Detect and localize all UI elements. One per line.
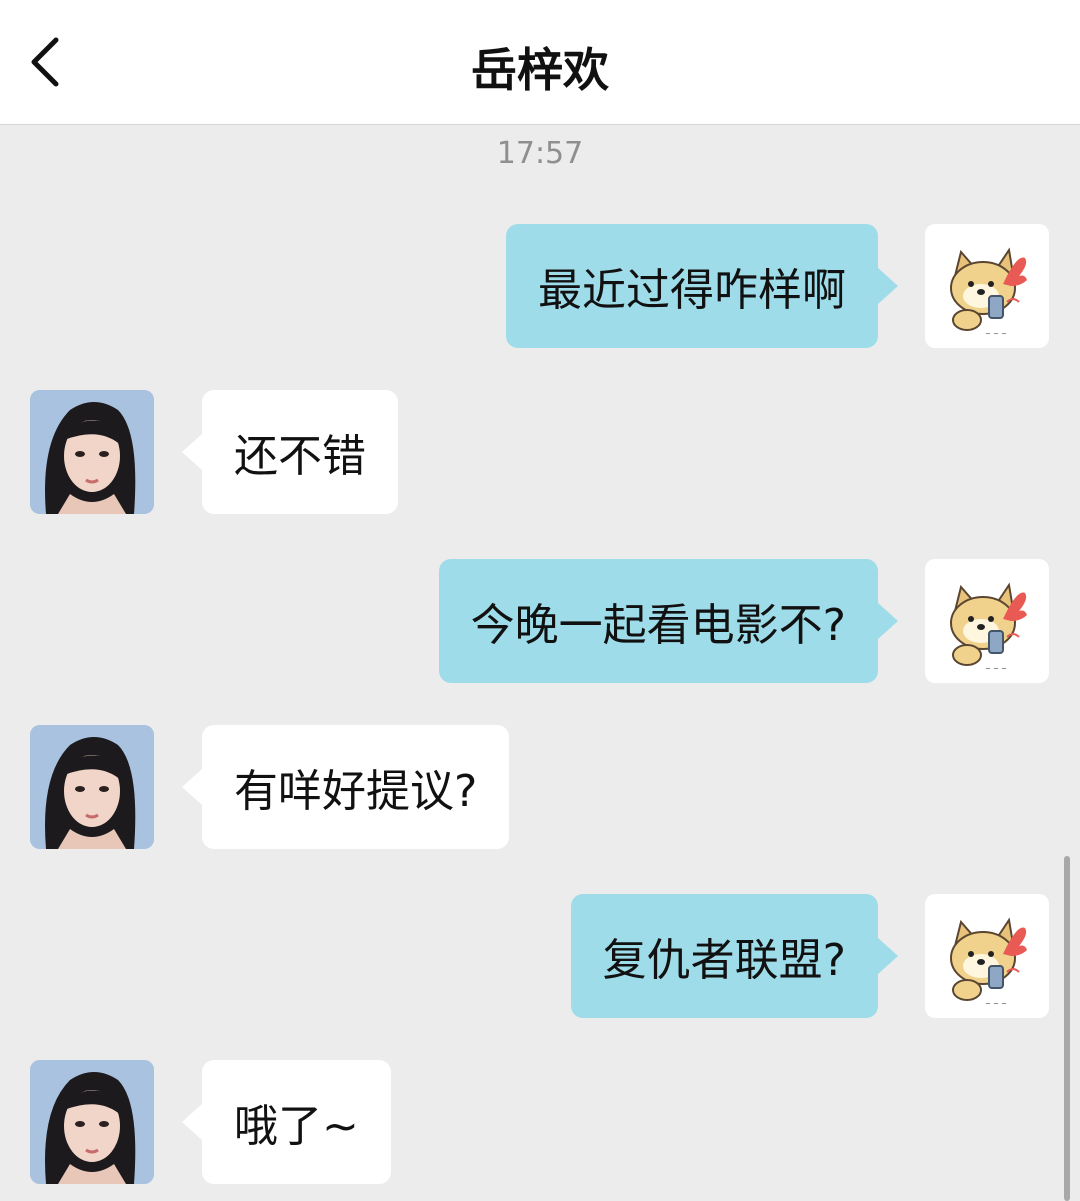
message-row-outgoing: 今晚一起看电影不? ~ ~ ~ bbox=[0, 559, 1080, 683]
woman-portrait bbox=[30, 1060, 154, 1184]
shiba-dog-sticker-icon: ~ ~ ~ bbox=[950, 247, 1027, 338]
my-avatar[interactable]: ~ ~ ~ bbox=[925, 894, 1049, 1018]
my-avatar[interactable]: ~ ~ ~ bbox=[925, 224, 1049, 348]
message-bubble-outgoing[interactable]: 复仇者联盟? bbox=[570, 894, 899, 1018]
woman-portrait bbox=[30, 390, 154, 514]
message-row-outgoing: 最近过得咋样啊 ~ ~ ~ bbox=[0, 224, 1080, 348]
svg-text:~ ~ ~: ~ ~ ~ bbox=[985, 1000, 1007, 1008]
chat-title: 岳梓欢 bbox=[471, 43, 609, 97]
chat-header: 岳梓欢 bbox=[0, 0, 1080, 125]
message-row-incoming: 哦了~ bbox=[0, 1060, 1080, 1184]
scrollbar[interactable] bbox=[1064, 856, 1070, 1201]
my-avatar[interactable]: ~ ~ ~ bbox=[925, 559, 1049, 683]
contact-avatar[interactable] bbox=[30, 1060, 154, 1184]
contact-avatar[interactable] bbox=[30, 725, 154, 849]
message-timestamp: 17:57 bbox=[496, 136, 584, 171]
message-bubble-outgoing[interactable]: 今晚一起看电影不? bbox=[438, 559, 899, 683]
message-row-outgoing: 复仇者联盟? ~ ~ ~ bbox=[0, 894, 1080, 1018]
message-row-incoming: 有咩好提议? bbox=[0, 725, 1080, 849]
shiba-dog-sticker-icon: ~ ~ ~ bbox=[950, 917, 1027, 1008]
svg-text:~ ~ ~: ~ ~ ~ bbox=[985, 665, 1007, 673]
message-bubble-incoming[interactable]: 哦了~ bbox=[182, 1060, 391, 1184]
shiba-dog-sticker-icon: ~ ~ ~ bbox=[950, 582, 1027, 673]
woman-portrait bbox=[30, 725, 154, 849]
svg-text:~ ~ ~: ~ ~ ~ bbox=[985, 330, 1007, 338]
message-bubble-outgoing[interactable]: 最近过得咋样啊 bbox=[506, 224, 898, 348]
message-bubble-incoming[interactable]: 有咩好提议? bbox=[181, 725, 510, 849]
message-row-incoming: 还不错 bbox=[0, 390, 1080, 514]
contact-avatar[interactable] bbox=[30, 390, 154, 514]
message-bubble-incoming[interactable]: 还不错 bbox=[182, 390, 398, 514]
